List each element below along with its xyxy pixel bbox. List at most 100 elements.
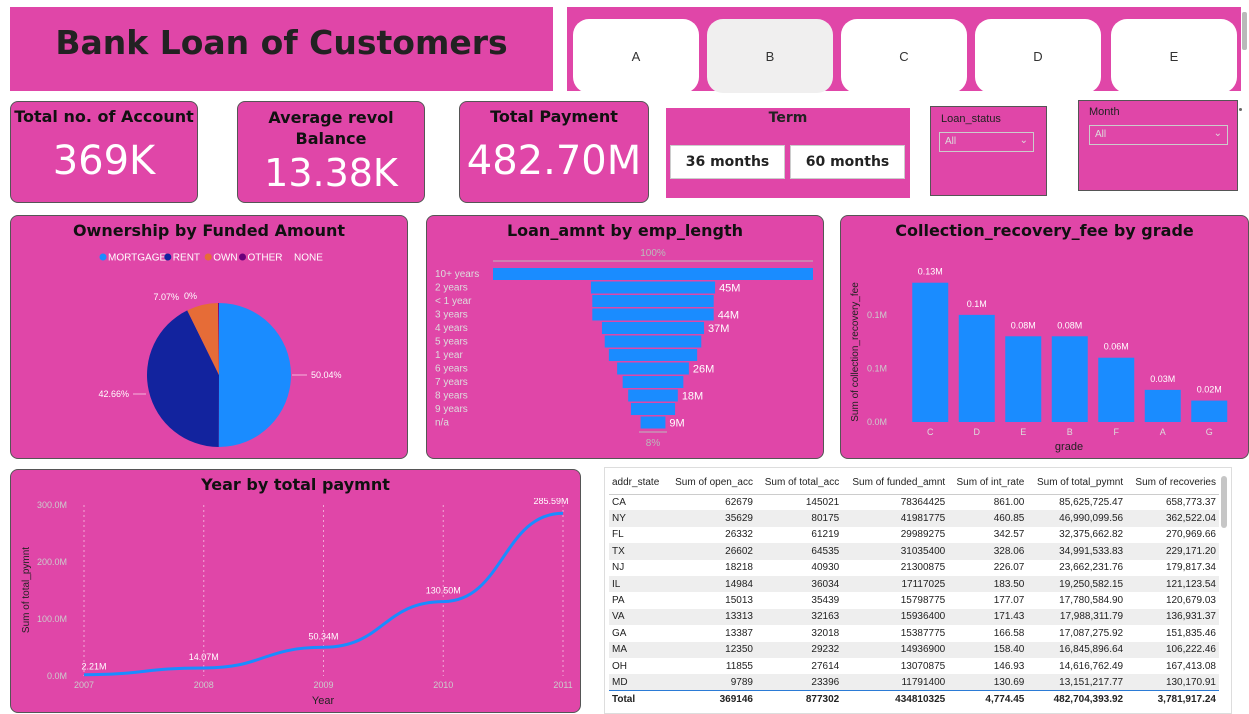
pie-slice-mortgage[interactable] — [218, 303, 291, 447]
bar-grade-f[interactable] — [1098, 357, 1135, 422]
funnel-bar[interactable] — [604, 335, 702, 348]
funnel-bar[interactable] — [640, 416, 666, 429]
legend-marker — [164, 253, 172, 261]
funnel-bar[interactable] — [622, 376, 684, 388]
bar-grade-a[interactable] — [1144, 389, 1181, 422]
table-row[interactable]: OH 11855 27614 13070875 146.93 14,616,762.49 1… — [609, 658, 1219, 674]
table-cell: 17,988,311.79 — [1027, 608, 1127, 626]
table-row[interactable]: FL 26332 61219 29989275 342.57 32,375,662.82 2… — [609, 527, 1219, 543]
table-row[interactable]: NY 35629 80175 41981775 460.85 46,990,099.56 3… — [609, 510, 1219, 527]
table-cell: VA — [609, 608, 667, 626]
table-cell: 36034 — [755, 575, 843, 593]
term-36-months-button[interactable]: 36 months — [670, 145, 785, 179]
table-cell: 18218 — [725, 562, 753, 574]
loan-status-dropdown[interactable]: All ⌄ — [939, 132, 1034, 152]
bar-grade-g[interactable] — [1191, 400, 1228, 422]
funnel-category-label: 3 years — [435, 310, 468, 321]
x-tick-label: 2007 — [74, 680, 94, 690]
table-cell: 16,845,896.64 — [1027, 641, 1127, 658]
total-cell: 3,781,917.24 — [1126, 690, 1219, 709]
month-dropdown[interactable]: All ⌄ — [1089, 125, 1228, 145]
legend-label: NONE — [294, 253, 323, 264]
nav-scrollbar[interactable] — [1242, 12, 1247, 50]
bar-data-label: 0.08M — [1011, 320, 1036, 330]
table-cell: 158.40 — [948, 641, 1028, 658]
grade-bar-chart: 0.0M 0.1M 0.1M 0.13M C 0.1M D 0.08M E 0.08M B 0.06M… — [850, 267, 1228, 453]
table-cell: 64535 — [755, 543, 843, 560]
kpi-avg-revol-balance: Average revol Balance 13.38K — [237, 101, 425, 203]
table-cell: MD — [609, 674, 667, 691]
table-row[interactable]: MA 12350 29232 14936900 158.40 16,845,896.64 1… — [609, 641, 1219, 658]
column-header[interactable]: Sum of funded_amnt — [842, 472, 949, 495]
table-cell: 78364425 — [900, 496, 946, 508]
funnel-bar[interactable] — [608, 349, 698, 361]
y-tick-label: 0.0M — [47, 671, 67, 681]
funnel-bar[interactable] — [601, 322, 705, 334]
table-row[interactable]: PA 15013 35439 15798775 177.07 17,780,584.90 1… — [609, 592, 1219, 608]
table-cell: 17117025 — [842, 575, 949, 593]
funnel-bar[interactable] — [592, 295, 714, 307]
funnel-bar[interactable] — [493, 268, 813, 280]
table-cell: 31035400 — [842, 543, 949, 560]
table-cell: 13313 — [666, 608, 756, 626]
nav-button-e[interactable]: E — [1111, 19, 1237, 93]
funnel-bar[interactable] — [592, 308, 714, 321]
table-cell: 120,679.03 — [1165, 595, 1216, 607]
column-header[interactable]: Sum of open_acc — [666, 472, 756, 495]
total-cell: 482,704,393.92 — [1027, 690, 1127, 709]
nav-button-b[interactable]: B — [707, 19, 833, 93]
y-tick-label: 0.1M — [867, 363, 887, 373]
month-value: All — [1095, 129, 1107, 140]
funnel-bar-label: 44M — [718, 310, 739, 322]
table-cell: 27614 — [811, 660, 840, 672]
table-row[interactable]: TX 26602 64535 31035400 328.06 34,991,533.83 2… — [609, 543, 1219, 560]
month-slicer: Month All ⌄ — [1078, 100, 1238, 191]
table-cell: 26332 — [725, 529, 753, 541]
column-header[interactable]: Sum of total_pymnt — [1027, 472, 1127, 495]
funnel-bar[interactable] — [617, 362, 689, 375]
term-60-months-button[interactable]: 60 months — [790, 145, 905, 179]
title-banner: Bank Loan of Customers — [10, 7, 553, 91]
table-cell: 13070875 — [900, 660, 946, 672]
nav-button-a[interactable]: A — [573, 19, 699, 93]
bar-grade-b[interactable] — [1051, 336, 1088, 422]
table-row[interactable]: MD 9789 23396 11791400 130.69 13,151,217.77 13… — [609, 674, 1219, 691]
table-cell: 14,616,762.49 — [1059, 660, 1124, 672]
table-scrollbar[interactable] — [1221, 476, 1227, 528]
table-cell: 226.07 — [993, 562, 1025, 574]
funnel-bar[interactable] — [590, 281, 716, 294]
kpi-value: 13.38K — [264, 151, 398, 195]
funnel-bar[interactable] — [628, 389, 678, 402]
column-header[interactable]: Sum of total_acc — [755, 472, 843, 495]
table-cell: 179,817.34 — [1165, 562, 1216, 574]
column-header[interactable]: addr_state — [609, 472, 667, 495]
funnel-bar[interactable] — [630, 403, 676, 415]
table-row[interactable]: GA 13387 32018 15387775 166.58 17,087,275.92 1… — [609, 625, 1219, 641]
line-data-label: 130.50M — [426, 586, 461, 596]
bar-grade-c[interactable] — [912, 282, 949, 422]
ownership-pie-card: Ownership by Funded Amount MORTGAGE RENT O… — [10, 215, 408, 459]
bar-data-label: 0.1M — [967, 299, 987, 309]
nav-button-d[interactable]: D — [975, 19, 1101, 93]
table-row[interactable]: CA 62679 145021 78364425 861.00 85,625,725.47… — [609, 494, 1219, 510]
table-row[interactable]: IL 14984 36034 17117025 183.50 19,250,582.15 1… — [609, 575, 1219, 593]
funnel-category-label: 5 years — [435, 337, 468, 348]
table-cell: 23,662,231.76 — [1059, 562, 1124, 574]
table-cell: 11855 — [725, 660, 753, 672]
table-cell: 80175 — [755, 510, 843, 527]
bar-grade-e[interactable] — [1005, 336, 1042, 422]
column-header[interactable]: Sum of int_rate — [948, 472, 1028, 495]
table-row[interactable]: NJ 18218 40930 21300875 226.07 23,662,231.76 1… — [609, 560, 1219, 576]
nav-button-c[interactable]: C — [841, 19, 967, 93]
state-table: addr_state Sum of open_acc Sum of total_ac… — [609, 472, 1219, 709]
total-cell: 4,774.45 — [948, 690, 1028, 709]
table-total-row: Total 369146 877302 434810325 4,774.45 482,70… — [609, 690, 1219, 709]
table-row[interactable]: VA 13313 32163 15936400 171.43 17,988,311.79 1… — [609, 608, 1219, 626]
table-cell: 362,522.04 — [1126, 510, 1219, 527]
bar-grade-d[interactable] — [958, 314, 995, 422]
kpi-total-accounts: Total no. of Account 369K — [10, 101, 198, 203]
funnel-bar-label: 37M — [708, 323, 729, 335]
table-cell: 35629 — [666, 510, 756, 527]
loan-status-label: Loan_status — [941, 113, 1001, 125]
column-header[interactable]: Sum of recoveries — [1126, 472, 1219, 495]
